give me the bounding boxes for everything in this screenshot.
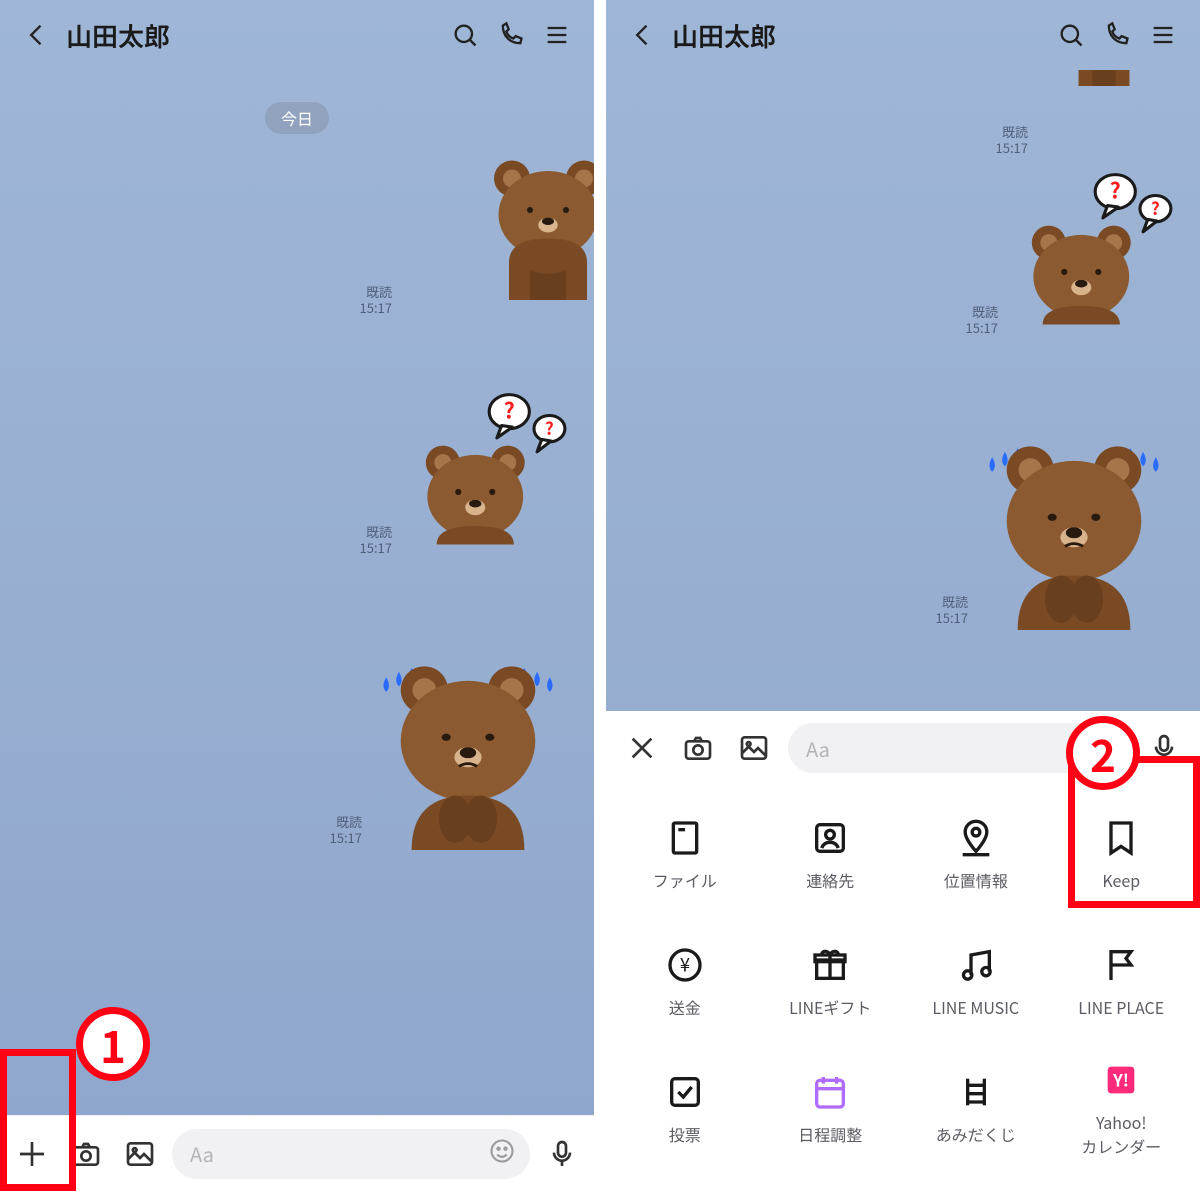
message-meta: 既読 15:17 (360, 524, 392, 557)
annotation-badge: 1 (76, 1007, 150, 1081)
yen-icon: ¥ (663, 943, 707, 987)
message-meta: 既読 15:17 (360, 284, 392, 317)
sticker-sweat (368, 650, 568, 850)
attach-contact[interactable]: 連絡先 (758, 791, 904, 918)
sticker-question (1004, 170, 1174, 340)
chat-header: 山田太郎 (0, 0, 594, 70)
chat-area[interactable]: 今日 既読 15:17 既読 15:17 既読 15:17 (0, 70, 594, 1115)
sticker-bow (398, 150, 568, 320)
gallery-button[interactable] (732, 726, 776, 770)
sticker-question (398, 390, 568, 560)
attach-music[interactable]: LINE MUSIC (903, 918, 1049, 1045)
attach-amidakuji[interactable]: あみだくじ (903, 1044, 1049, 1171)
message-meta: 既読 15:17 (936, 594, 968, 627)
attach-money[interactable]: ¥ 送金 (612, 918, 758, 1045)
attach-label: LINE PLACE (1078, 995, 1164, 1019)
music-icon (954, 943, 998, 987)
gallery-button[interactable] (118, 1132, 162, 1176)
message-sticker[interactable]: 既読 15:17 (996, 70, 1174, 160)
emoji-button[interactable] (488, 1137, 516, 1171)
calendar-icon (808, 1070, 852, 1114)
call-icon[interactable] (494, 18, 528, 52)
attach-file[interactable]: ファイル (612, 791, 758, 918)
file-icon (663, 816, 707, 860)
close-button[interactable] (620, 726, 664, 770)
attach-place[interactable]: LINE PLACE (1049, 918, 1195, 1045)
message-sticker[interactable]: 既読 15:17 (966, 170, 1174, 340)
chat-title: 山田太郎 (672, 17, 1042, 54)
message-sticker[interactable]: 既読 15:17 (360, 150, 568, 320)
message-sticker[interactable]: 既読 15:17 (330, 650, 568, 850)
time-label: 15:17 (936, 610, 968, 626)
location-icon (954, 816, 998, 860)
message-input[interactable]: Aa (172, 1129, 530, 1179)
attach-label: LINE MUSIC (932, 995, 1019, 1019)
annotation-box (0, 1049, 76, 1191)
menu-icon[interactable] (1146, 18, 1180, 52)
attach-label: 日程調整 (798, 1122, 862, 1146)
attach-label: 連絡先 (806, 868, 854, 892)
attach-gift[interactable]: LINEギフト (758, 918, 904, 1045)
camera-button[interactable] (676, 726, 720, 770)
message-meta: 既読 15:17 (330, 814, 362, 847)
yahoo-icon: Y! (1099, 1058, 1143, 1102)
flag-icon (1099, 943, 1143, 987)
chat-area[interactable]: 既読 15:17 既読 15:17 既読 15:17 (606, 70, 1200, 711)
attach-poll[interactable]: 投票 (612, 1044, 758, 1171)
attach-location[interactable]: 位置情報 (903, 791, 1049, 918)
call-icon[interactable] (1100, 18, 1134, 52)
attach-label: 送金 (669, 995, 701, 1019)
gift-icon (808, 943, 852, 987)
left-screen: 山田太郎 今日 既読 15:17 既読 15:17 (0, 0, 594, 1191)
message-meta: 既読 15:17 (966, 304, 998, 337)
search-icon[interactable] (448, 18, 482, 52)
message-meta: 既読 15:17 (996, 124, 1028, 157)
right-screen: 山田太郎 既読 15:17 既読 15:17 既読 (606, 0, 1200, 1191)
time-label: 15:17 (330, 830, 362, 846)
search-icon[interactable] (1054, 18, 1088, 52)
attach-label: あみだくじ (936, 1122, 1016, 1146)
time-label: 15:17 (966, 320, 998, 336)
message-sticker[interactable]: 既読 15:17 (360, 390, 568, 560)
chat-header: 山田太郎 (606, 0, 1200, 70)
input-bar: Aa (0, 1115, 594, 1191)
back-button[interactable] (626, 18, 660, 52)
date-badge: 今日 (265, 102, 329, 134)
contact-icon (808, 816, 852, 860)
time-label: 15:17 (360, 300, 392, 316)
attach-label: 投票 (669, 1122, 701, 1146)
message-sticker[interactable]: 既読 15:17 (936, 430, 1174, 630)
attach-yahoo-calendar[interactable]: Y! Yahoo! カレンダー (1049, 1044, 1195, 1171)
placeholder: Aa (190, 1139, 214, 1168)
menu-icon[interactable] (540, 18, 574, 52)
time-label: 15:17 (996, 140, 1028, 156)
placeholder: Aa (806, 734, 830, 763)
check-icon (663, 1070, 707, 1114)
attach-label: 位置情報 (944, 868, 1008, 892)
attach-label: Yahoo! カレンダー (1081, 1110, 1161, 1158)
attach-label: LINEギフト (789, 995, 871, 1019)
annotation-badge: 2 (1066, 716, 1140, 790)
sticker-sweat (974, 430, 1174, 630)
mic-button[interactable] (540, 1132, 584, 1176)
svg-text:Y!: Y! (1112, 1067, 1129, 1091)
ladder-icon (954, 1070, 998, 1114)
sticker-bow (1034, 70, 1174, 160)
chat-title: 山田太郎 (66, 17, 436, 54)
attach-schedule[interactable]: 日程調整 (758, 1044, 904, 1171)
svg-text:¥: ¥ (680, 952, 690, 978)
attach-label: ファイル (653, 868, 717, 892)
time-label: 15:17 (360, 540, 392, 556)
back-button[interactable] (20, 18, 54, 52)
